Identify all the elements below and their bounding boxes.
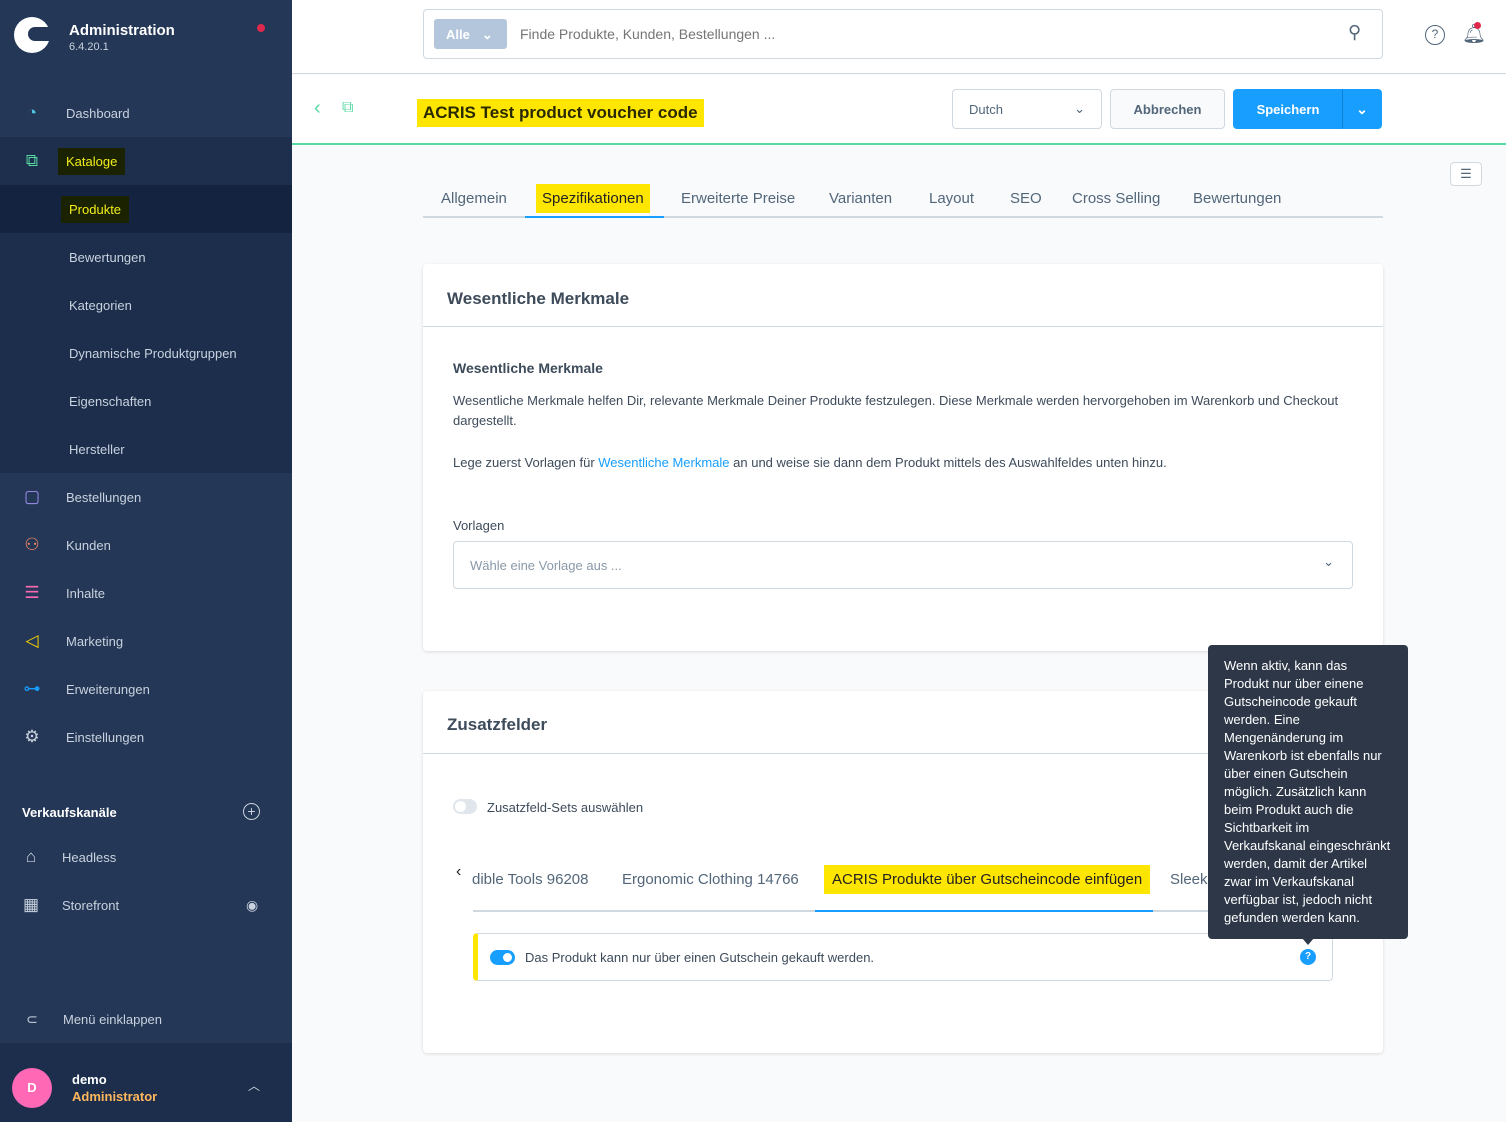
notification-dot bbox=[1474, 22, 1481, 29]
card-title: Zusatzfelder bbox=[447, 715, 548, 734]
tab-allgemein[interactable]: Allgemein bbox=[441, 190, 507, 207]
top-bar: Alle⌄ ⚲ ? 🔔︎ bbox=[292, 0, 1506, 74]
section-hint: Lege zuerst Vorlagen für Wesentliche Mer… bbox=[453, 455, 1167, 470]
sidebar-item-produkte[interactable]: Produkte bbox=[0, 185, 292, 233]
save-button[interactable]: Speichern bbox=[1233, 89, 1343, 129]
sidebar-item-erweiterungen[interactable]: ⊶ Erweiterungen bbox=[0, 665, 292, 713]
add-sales-channel-icon[interactable]: + bbox=[243, 803, 260, 820]
sidebar-item-einstellungen[interactable]: ⚙ Einstellungen bbox=[0, 713, 292, 761]
bag-icon: ▢ bbox=[23, 487, 41, 506]
section-heading: Wesentliche Merkmale bbox=[453, 360, 603, 376]
chevron-left-circle-icon: ⊂ bbox=[26, 1010, 38, 1027]
help-icon[interactable]: ? bbox=[1300, 949, 1316, 965]
chevron-up-icon: ︿ bbox=[248, 1079, 261, 1093]
user-menu[interactable]: D demo Administrator ︿ bbox=[0, 1043, 292, 1122]
chevron-down-icon: ⌄ bbox=[1074, 101, 1085, 116]
sidebar-item-bewertungen[interactable]: Bewertungen bbox=[0, 233, 292, 281]
catalog-icon: ⧉ bbox=[25, 151, 39, 170]
tab-bewertungen[interactable]: Bewertungen bbox=[1193, 190, 1281, 207]
collapse-menu-button[interactable]: ⊂ Menü einklappen bbox=[0, 995, 292, 1043]
eye-icon[interactable]: ◉ bbox=[246, 897, 258, 914]
gauge-icon: ◔ bbox=[26, 103, 38, 122]
avatar: D bbox=[12, 1068, 52, 1108]
sidebar-item-dynamische-produktgruppen[interactable]: Dynamische Produktgruppen bbox=[0, 329, 292, 377]
custom-field-tab-active[interactable]: ACRIS Produkte über Gutscheincode einfüg… bbox=[824, 865, 1151, 894]
sidebar: Administration 6.4.20.1 ◔ Dashboard ⧉ Kata… bbox=[0, 0, 292, 1122]
chevron-down-icon: ⌄ bbox=[481, 27, 493, 42]
app-version: 6.4.20.1 bbox=[69, 41, 109, 53]
custom-field-tab[interactable]: Ergonomic Clothing 14766 bbox=[622, 871, 799, 888]
chevron-down-icon: ⌄ bbox=[1356, 100, 1368, 117]
tab-varianten[interactable]: Varianten bbox=[829, 190, 892, 207]
user-name: demo bbox=[72, 1072, 107, 1087]
shopware-logo-icon[interactable] bbox=[14, 17, 52, 53]
page-title: ACRIS Test product voucher code bbox=[417, 99, 704, 127]
page-header: ‹ ⧉ ACRIS Test product voucher code Dutc… bbox=[292, 75, 1506, 145]
voucher-only-field: Das Produkt kann nur über einen Gutschei… bbox=[473, 933, 1333, 981]
basket-icon: ⌂ bbox=[25, 847, 37, 866]
tab-erweiterte-preise[interactable]: Erweiterte Preise bbox=[681, 190, 795, 207]
card-title: Wesentliche Merkmale bbox=[447, 289, 630, 308]
sales-channels-title: Verkaufskanäle bbox=[22, 805, 117, 820]
tabs-scroll-left-icon[interactable]: ‹ bbox=[456, 863, 461, 881]
sidebar-toggle-button[interactable]: ☰ bbox=[1450, 162, 1482, 186]
help-icon[interactable]: ? bbox=[1425, 25, 1445, 45]
sidebar-item-hersteller[interactable]: Hersteller bbox=[0, 425, 292, 473]
search-icon[interactable]: ⚲ bbox=[1348, 22, 1361, 43]
sidebar-item-marketing[interactable]: ◁ Marketing bbox=[0, 617, 292, 665]
chevron-down-icon: ⌄ bbox=[1323, 554, 1334, 569]
switch-label: Das Produkt kann nur über einen Gutschei… bbox=[525, 950, 875, 965]
users-icon: ⚇ bbox=[24, 535, 40, 554]
sidebar-item-dashboard[interactable]: ◔ Dashboard bbox=[0, 89, 292, 137]
section-description: Wesentliche Merkmale helfen Dir, relevan… bbox=[453, 393, 1339, 428]
status-dot bbox=[257, 24, 265, 32]
custom-field-tab[interactable]: dible Tools 96208 bbox=[472, 871, 588, 888]
voucher-only-switch[interactable] bbox=[490, 950, 515, 965]
search-input[interactable] bbox=[520, 22, 1320, 46]
back-icon[interactable]: ‹ bbox=[314, 97, 321, 120]
sidebar-item-kategorien[interactable]: Kategorien bbox=[0, 281, 292, 329]
search-bar: Alle⌄ ⚲ bbox=[423, 9, 1383, 59]
sidebar-item-eigenschaften[interactable]: Eigenschaften bbox=[0, 377, 292, 425]
tab-cross-selling[interactable]: Cross Selling bbox=[1072, 190, 1160, 207]
gear-icon: ⚙ bbox=[24, 727, 40, 746]
custom-field-sets-toggle[interactable] bbox=[453, 799, 477, 814]
tooltip: Wenn aktiv, kann das Produkt nur über ei… bbox=[1208, 645, 1408, 939]
tab-seo[interactable]: SEO bbox=[1010, 190, 1042, 207]
save-options-button[interactable]: ⌄ bbox=[1342, 89, 1382, 129]
user-role: Administrator bbox=[72, 1089, 158, 1104]
app-title: Administration bbox=[69, 22, 175, 39]
essentials-card: Wesentliche Merkmale Wesentliche Merkmal… bbox=[423, 264, 1383, 651]
custom-field-tab[interactable]: Sleek bbox=[1170, 871, 1208, 888]
language-select[interactable]: Dutch ⌄ bbox=[952, 89, 1102, 129]
tab-active-indicator bbox=[525, 216, 664, 218]
toggle-label: Zusatzfeld-Sets auswählen bbox=[487, 800, 644, 815]
content-icon: ☰ bbox=[24, 583, 40, 602]
storefront-icon: ▦ bbox=[22, 895, 40, 914]
sales-channel-headless[interactable]: ⌂ Headless bbox=[0, 833, 292, 881]
plug-icon: ⊶ bbox=[23, 679, 41, 698]
sidebar-item-inhalte[interactable]: ☰ Inhalte bbox=[0, 569, 292, 617]
tab-layout[interactable]: Layout bbox=[929, 190, 974, 207]
tooltip-arrow bbox=[1302, 938, 1314, 945]
essentials-link[interactable]: Wesentliche Merkmale bbox=[598, 455, 729, 470]
template-select[interactable]: Wähle eine Vorlage aus ... ⌄ bbox=[453, 541, 1353, 589]
cancel-button[interactable]: Abbrechen bbox=[1110, 89, 1225, 129]
field-label: Vorlagen bbox=[453, 518, 505, 533]
search-scope-select[interactable]: Alle ⌄ bbox=[434, 19, 507, 49]
sidebar-item-bestellungen[interactable]: ▢ Bestellungen bbox=[0, 473, 292, 521]
sidebar-item-kunden[interactable]: ⚇ Kunden bbox=[0, 521, 292, 569]
tab-spezifikationen[interactable]: Spezifikationen bbox=[536, 184, 650, 213]
megaphone-icon: ◁ bbox=[25, 631, 39, 650]
product-icon: ⧉ bbox=[342, 99, 354, 116]
sidebar-item-kataloge[interactable]: ⧉ Kataloge bbox=[0, 137, 292, 185]
sales-channel-storefront[interactable]: ▦ Storefront ◉ bbox=[0, 881, 292, 929]
